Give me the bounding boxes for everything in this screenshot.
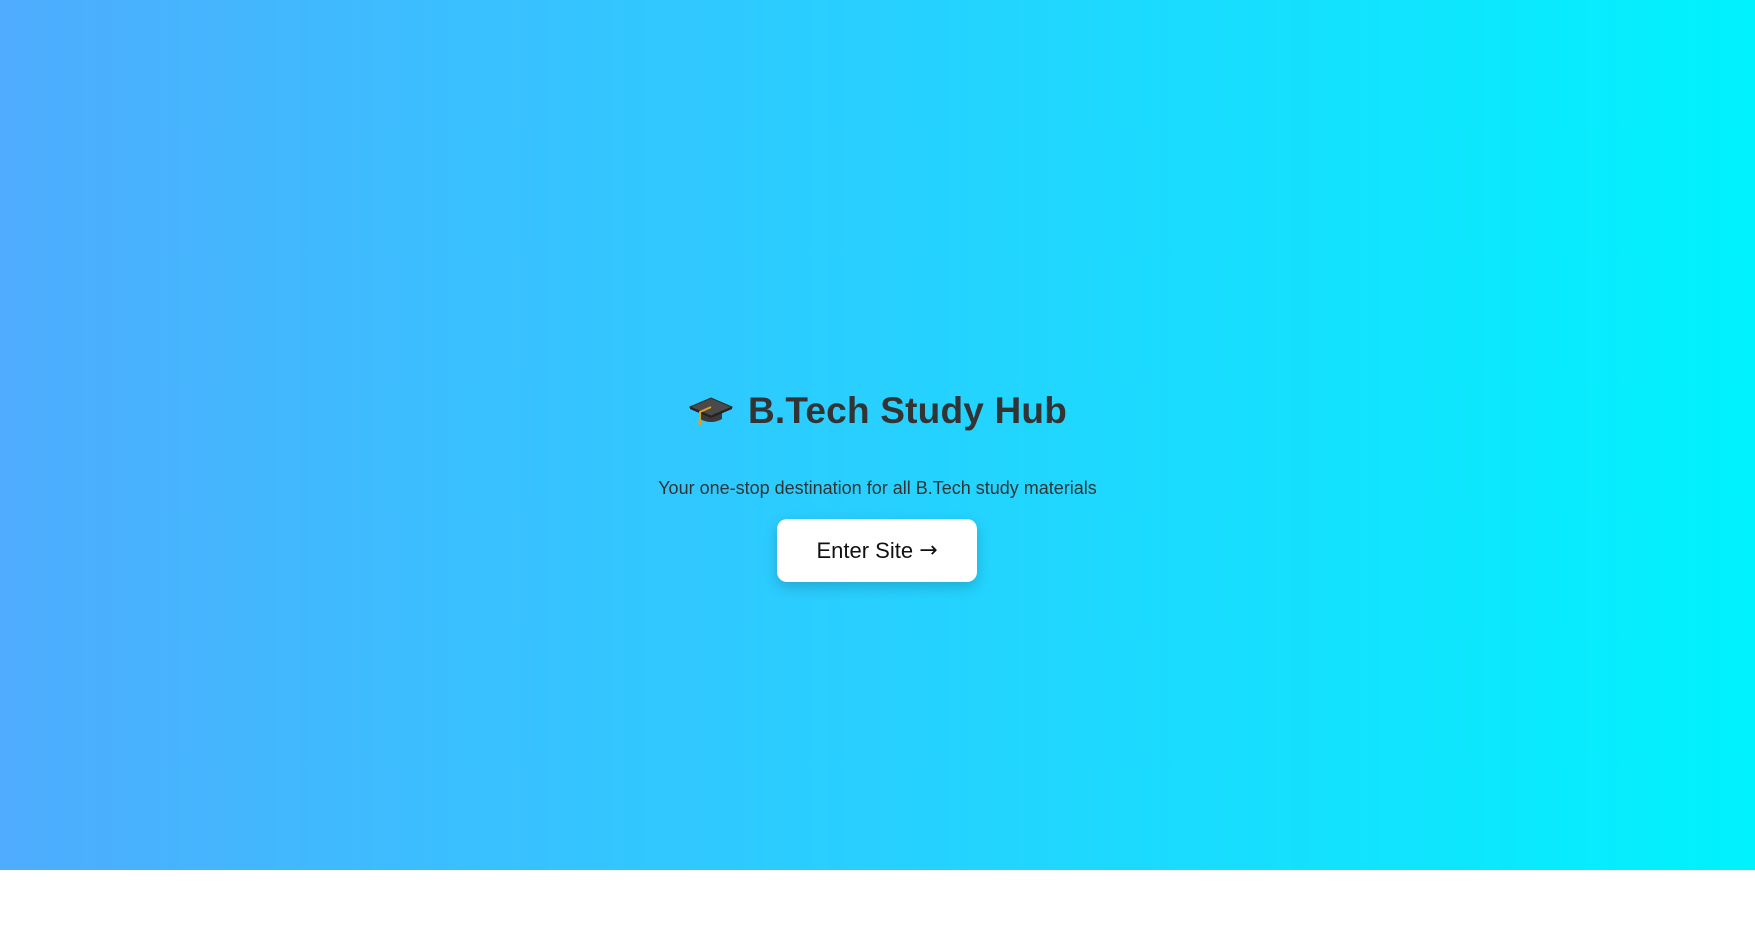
page-subtitle: Your one-stop destination for all B.Tech…: [658, 478, 1097, 498]
arrow-right-icon: →: [919, 538, 938, 563]
graduation-cap-icon: [688, 397, 734, 425]
title-row: B.Tech Study Hub: [0, 388, 1755, 434]
hero-section: B.Tech Study Hub Your one-stop destinati…: [0, 0, 1755, 870]
page-title: B.Tech Study Hub: [747, 390, 1068, 431]
enter-site-button[interactable]: Enter Site →: [777, 519, 977, 582]
enter-site-label: Enter Site: [816, 537, 914, 563]
